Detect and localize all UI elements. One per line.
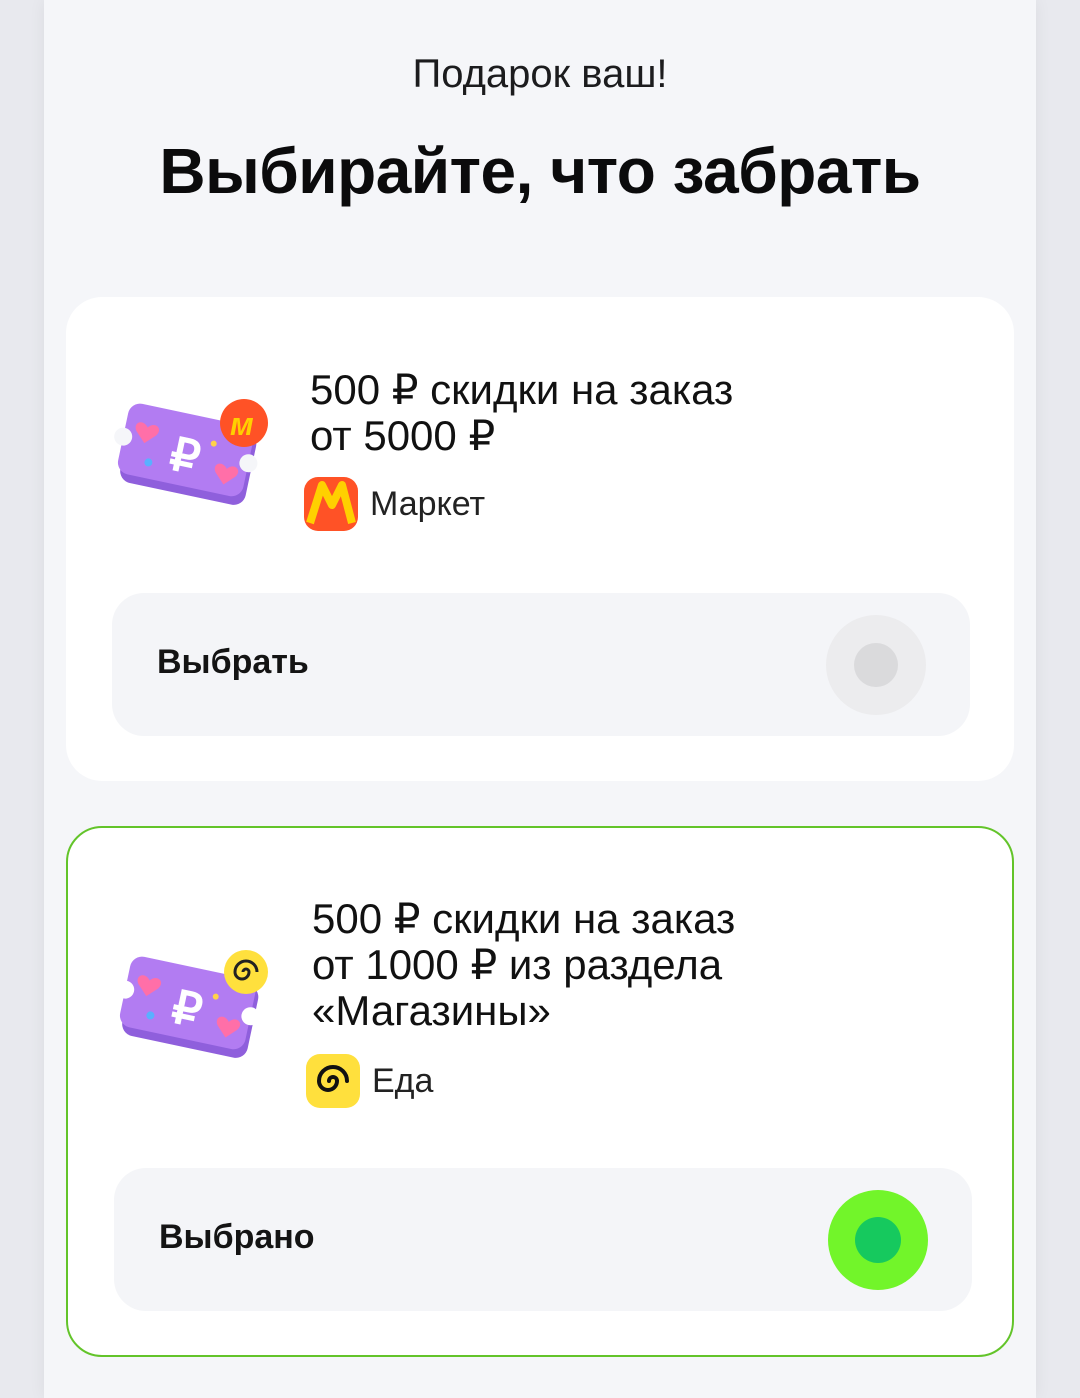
eda-logo-icon	[306, 1054, 360, 1108]
offer-line: от 5000 ₽	[310, 412, 496, 459]
brand-market: Маркет	[304, 477, 485, 531]
svg-text:м: м	[230, 406, 254, 442]
offer-line: «Магазины»	[312, 987, 551, 1034]
offer-description: 500 ₽ скидки на заказ от 5000 ₽	[310, 367, 870, 459]
offer-card-market[interactable]: ₽ м 500 ₽ скидки на заказ от 5000 ₽ Марк…	[66, 297, 1014, 781]
brand-eda: Еда	[306, 1054, 433, 1108]
offer-description: 500 ₽ скидки на заказ от 1000 ₽ из разде…	[312, 896, 872, 1034]
page-subtitle: Подарок ваш!	[412, 52, 668, 96]
select-label: Выбрано	[159, 1218, 315, 1256]
coupon-gift-icon: ₽	[116, 950, 268, 1058]
offer-line: 500 ₽ скидки на заказ	[310, 366, 734, 413]
radio-dot	[854, 643, 898, 687]
brand-name: Еда	[372, 1061, 434, 1100]
brand-name: Маркет	[370, 484, 486, 523]
select-option-row[interactable]: Выбрано	[114, 1168, 972, 1311]
radio-button[interactable]	[826, 615, 926, 715]
select-option-row[interactable]: Выбрать	[112, 593, 970, 736]
page-title: Выбирайте, что забрать	[159, 135, 921, 207]
offer-line: от 1000 ₽ из раздела	[312, 941, 723, 988]
market-logo-icon	[304, 477, 358, 531]
offer-card-eda[interactable]: ₽ 500 ₽ скидки на заказ от 1000 ₽ из раз…	[66, 826, 1014, 1357]
offer-line: 500 ₽ скидки на заказ	[312, 895, 736, 942]
coupon-gift-icon: ₽ м	[114, 399, 268, 505]
select-label: Выбрать	[157, 643, 309, 681]
gift-sheet: Подарок ваш! Выбирайте, что забрать ₽ м …	[44, 0, 1036, 1398]
radio-button[interactable]	[828, 1190, 928, 1290]
radio-dot	[855, 1217, 901, 1263]
